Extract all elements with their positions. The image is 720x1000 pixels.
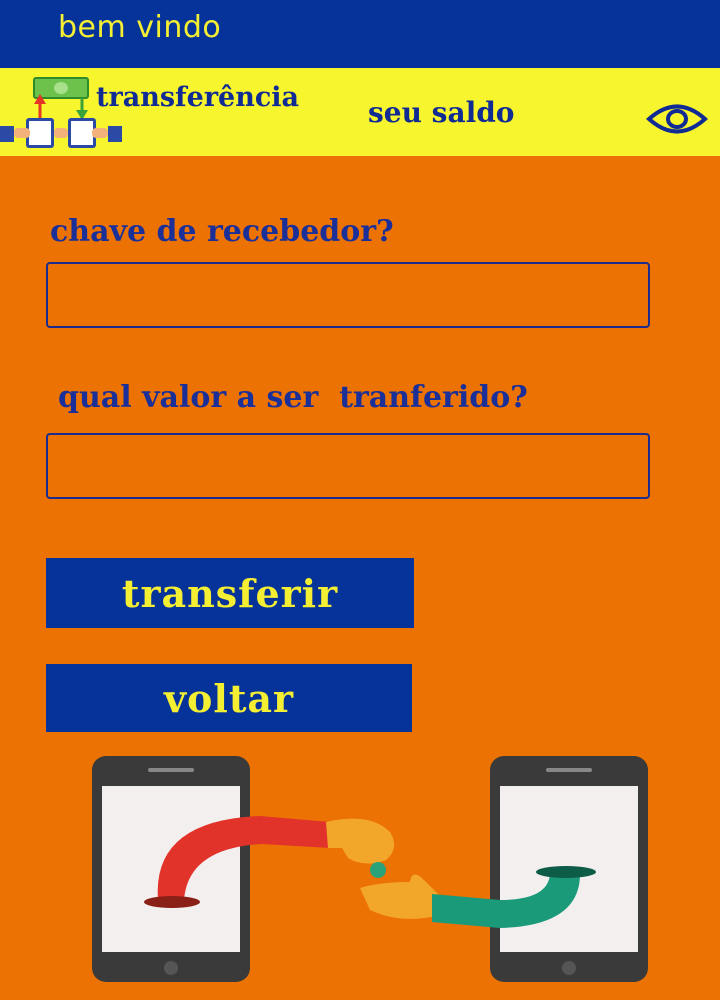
welcome-text: bem vindo <box>58 10 222 45</box>
amount-input[interactable] <box>46 433 650 499</box>
top-header-bar: bem vindo <box>0 0 720 68</box>
receiver-key-label: chave de recebedor? <box>50 214 394 249</box>
transfer-button[interactable]: transferir <box>46 558 414 628</box>
eye-icon[interactable] <box>646 100 708 138</box>
receiver-key-input[interactable] <box>46 262 650 328</box>
nav-transfer-label[interactable]: transferência <box>96 82 299 113</box>
phone-to-phone-payment-illustration <box>92 756 648 982</box>
back-button[interactable]: voltar <box>46 664 412 732</box>
amount-label: qual valor a ser tranferido? <box>58 380 528 415</box>
nav-balance-label[interactable]: seu saldo <box>368 96 514 129</box>
